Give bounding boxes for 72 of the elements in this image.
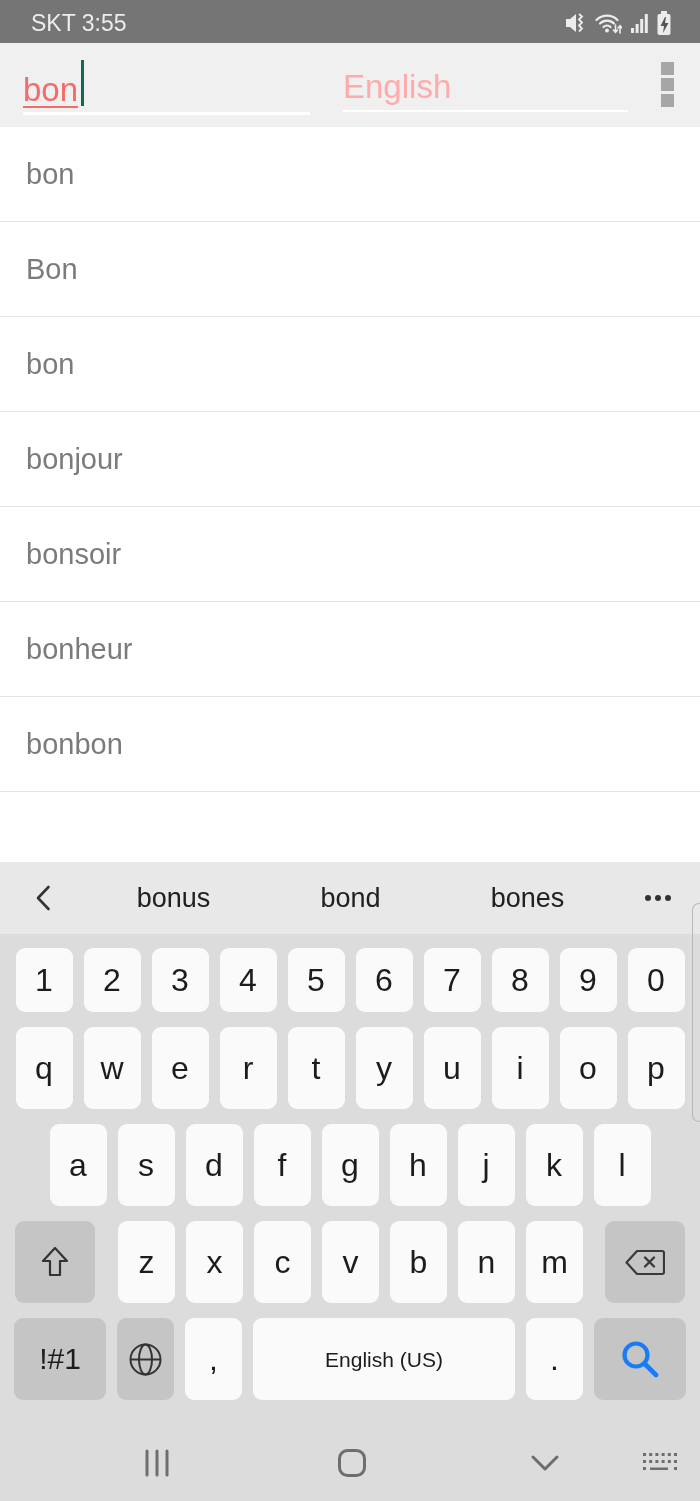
keyboard-key[interactable]: 1 [15,948,73,1012]
shift-key[interactable] [15,1221,95,1303]
keyboard-key[interactable]: r [219,1027,277,1109]
keyboard-key[interactable]: 6 [355,948,413,1012]
home-icon[interactable] [338,1449,366,1477]
chevron-down-icon[interactable] [531,1455,559,1471]
keyboard-key[interactable]: f [253,1124,311,1206]
keyboard-key[interactable]: c [254,1221,311,1303]
keyboard-key[interactable]: e [151,1027,209,1109]
keyboard-key[interactable]: 7 [423,948,481,1012]
keyboard-key[interactable]: h [389,1124,447,1206]
symbols-key[interactable]: !#1 [14,1318,106,1400]
wifi-icon [595,12,622,34]
keyboard-key[interactable]: 0 [627,948,685,1012]
globe-icon [129,1342,162,1376]
keyboard-key[interactable]: 3 [151,948,209,1012]
keyboard-key[interactable]: p [627,1027,685,1109]
backspace-icon [625,1248,665,1276]
keyboard-key[interactable]: o [559,1027,617,1109]
result-item[interactable]: bon [0,317,700,412]
keyboard-key[interactable]: v [322,1221,379,1303]
chevron-left-icon[interactable] [34,885,51,911]
keyboard-key[interactable]: 5 [287,948,345,1012]
more-dots-icon[interactable] [645,895,671,901]
signal-icon [631,13,648,33]
recent-apps-icon[interactable] [144,1448,170,1478]
result-item[interactable]: bonjour [0,412,700,507]
keyboard-key[interactable]: n [458,1221,515,1303]
result-item[interactable]: bonheur [0,602,700,697]
keyboard-key[interactable]: y [355,1027,413,1109]
keyboard-key[interactable]: t [287,1027,345,1109]
suggestion-button[interactable]: bones [490,881,565,915]
keyboard-key[interactable]: a [49,1124,107,1206]
keyboard-key[interactable]: w [83,1027,141,1109]
keyboard-key[interactable]: 2 [83,948,141,1012]
result-item[interactable]: bonbon [0,697,700,792]
shift-arrow-icon [40,1246,70,1278]
result-item[interactable]: Bon [0,222,700,317]
keyboard-key[interactable]: l [593,1124,651,1206]
keyboard-key[interactable]: g [321,1124,379,1206]
keyboard-key[interactable]: k [525,1124,583,1206]
keyboard-key[interactable]: m [526,1221,583,1303]
keyboard-key[interactable]: z [118,1221,175,1303]
result-item[interactable]: bon [0,127,700,222]
keyboard-key[interactable]: 8 [491,948,549,1012]
keyboard-key[interactable]: u [423,1027,481,1109]
keyboard-key[interactable]: d [185,1124,243,1206]
mute-vibrate-icon [565,12,586,34]
keyboard-key[interactable]: x [186,1221,243,1303]
more-options-icon[interactable] [661,62,674,107]
battery-charging-icon [657,11,671,35]
search-icon [621,1340,659,1378]
language-key[interactable] [117,1318,174,1400]
keyboard-hide-icon[interactable] [643,1453,677,1473]
result-item[interactable]: bonsoir [0,507,700,602]
suggestion-button[interactable]: bond [320,881,381,915]
carrier-time-text: SKT 3:55 [31,8,127,35]
keyboard-key[interactable]: q [15,1027,73,1109]
backspace-key[interactable] [605,1221,685,1303]
keyboard-key[interactable]: . [526,1318,583,1400]
keyboard-key[interactable]: j [457,1124,515,1206]
keyboard-key[interactable]: 9 [559,948,617,1012]
keyboard-key[interactable]: i [491,1027,549,1109]
edge-panel-handle[interactable] [692,903,700,1122]
search-key[interactable] [594,1318,686,1400]
keyboard-key[interactable]: , [185,1318,242,1400]
keyboard-key[interactable]: s [117,1124,175,1206]
suggestion-button[interactable]: bonus [136,881,211,915]
text-cursor-icon [81,60,85,106]
keyboard-key[interactable]: b [390,1221,447,1303]
keyboard-key[interactable]: 4 [219,948,277,1012]
space-bar[interactable]: English (US) [253,1318,515,1400]
